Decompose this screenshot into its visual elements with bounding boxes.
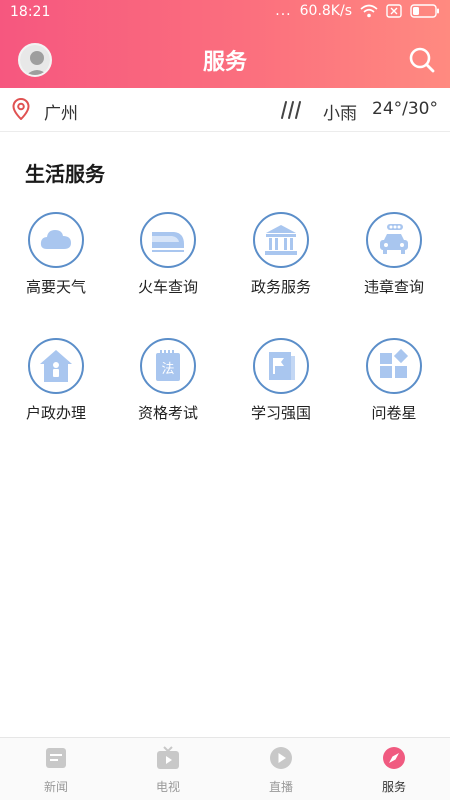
law-char: 法 — [161, 362, 174, 377]
flag-book-icon — [269, 352, 295, 380]
tab-news[interactable]: 新闻 — [0, 738, 112, 800]
tab-tv[interactable]: 电视 — [112, 738, 224, 800]
tab-label: 直播 — [268, 780, 293, 794]
signal-dots: ... — [275, 3, 292, 19]
service-label: 违章查询 — [363, 278, 424, 296]
weather-condition: 小雨 — [323, 104, 357, 124]
cloud-icon — [40, 230, 71, 249]
weather-temperature: 24°/30° — [372, 99, 438, 119]
service-train[interactable]: 火车查询 — [112, 212, 224, 312]
service-icon-circle — [366, 212, 422, 268]
service-icon-circle — [140, 212, 196, 268]
service-icon-circle: 法 — [140, 338, 196, 394]
service-weather[interactable]: 高要天气 — [0, 212, 112, 312]
location-city: 广州 — [44, 104, 78, 124]
status-bar: 18:21 ... 60.8K/s — [0, 0, 450, 26]
tv-icon — [157, 746, 179, 769]
service-government[interactable]: 政务服务 — [225, 212, 337, 312]
header-bar: 18:21 ... 60.8K/s 服务 — [0, 0, 450, 88]
status-right: ... 60.8K/s — [275, 3, 440, 19]
service-label: 火车查询 — [137, 278, 198, 296]
service-label: 高要天气 — [25, 278, 86, 296]
service-label: 户政办理 — [25, 404, 86, 422]
page-title: 服务 — [202, 50, 247, 75]
location-pin-icon — [12, 98, 30, 120]
government-building-icon — [265, 225, 297, 255]
status-time: 18:21 — [10, 4, 51, 20]
sim-x-icon — [386, 4, 402, 18]
bottom-tab-bar: 新闻 电视 直播 服务 — [0, 737, 450, 800]
tab-label: 服务 — [381, 780, 406, 794]
service-icon-circle — [366, 338, 422, 394]
service-exam[interactable]: 法 资格考试 — [112, 338, 224, 438]
law-book-icon: 法 — [156, 350, 180, 381]
service-survey[interactable]: 问卷星 — [338, 338, 450, 438]
news-icon — [46, 748, 66, 768]
tab-live[interactable]: 直播 — [225, 738, 337, 800]
network-speed: 60.8K/s — [299, 3, 352, 19]
service-study[interactable]: 学习强国 — [225, 338, 337, 438]
car-traffic-light-icon — [380, 224, 408, 254]
play-icon — [270, 747, 292, 769]
tab-services[interactable]: 服务 — [338, 738, 450, 800]
search-icon[interactable] — [408, 46, 436, 74]
service-icon-circle — [253, 338, 309, 394]
squares-icon — [380, 348, 409, 378]
service-label: 问卷星 — [371, 404, 417, 422]
service-traffic-violation[interactable]: 违章查询 — [338, 212, 450, 312]
wifi-icon — [360, 4, 378, 18]
service-icon-circle — [28, 212, 84, 268]
service-icon-circle — [253, 212, 309, 268]
section-title: 生活服务 — [25, 162, 105, 186]
rain-icon — [281, 101, 301, 119]
service-household[interactable]: 户政办理 — [0, 338, 112, 438]
compass-icon — [383, 747, 405, 769]
service-label: 资格考试 — [137, 404, 198, 422]
house-person-icon — [40, 350, 72, 382]
train-icon — [152, 232, 184, 252]
tab-label: 电视 — [155, 780, 180, 794]
service-label: 政务服务 — [250, 278, 311, 296]
weather-bar[interactable]: 广州 小雨 24°/30° — [0, 88, 450, 132]
service-label: 学习强国 — [250, 404, 311, 422]
tab-label: 新闻 — [43, 780, 68, 794]
battery-icon — [410, 4, 439, 18]
service-icon-circle — [28, 338, 84, 394]
